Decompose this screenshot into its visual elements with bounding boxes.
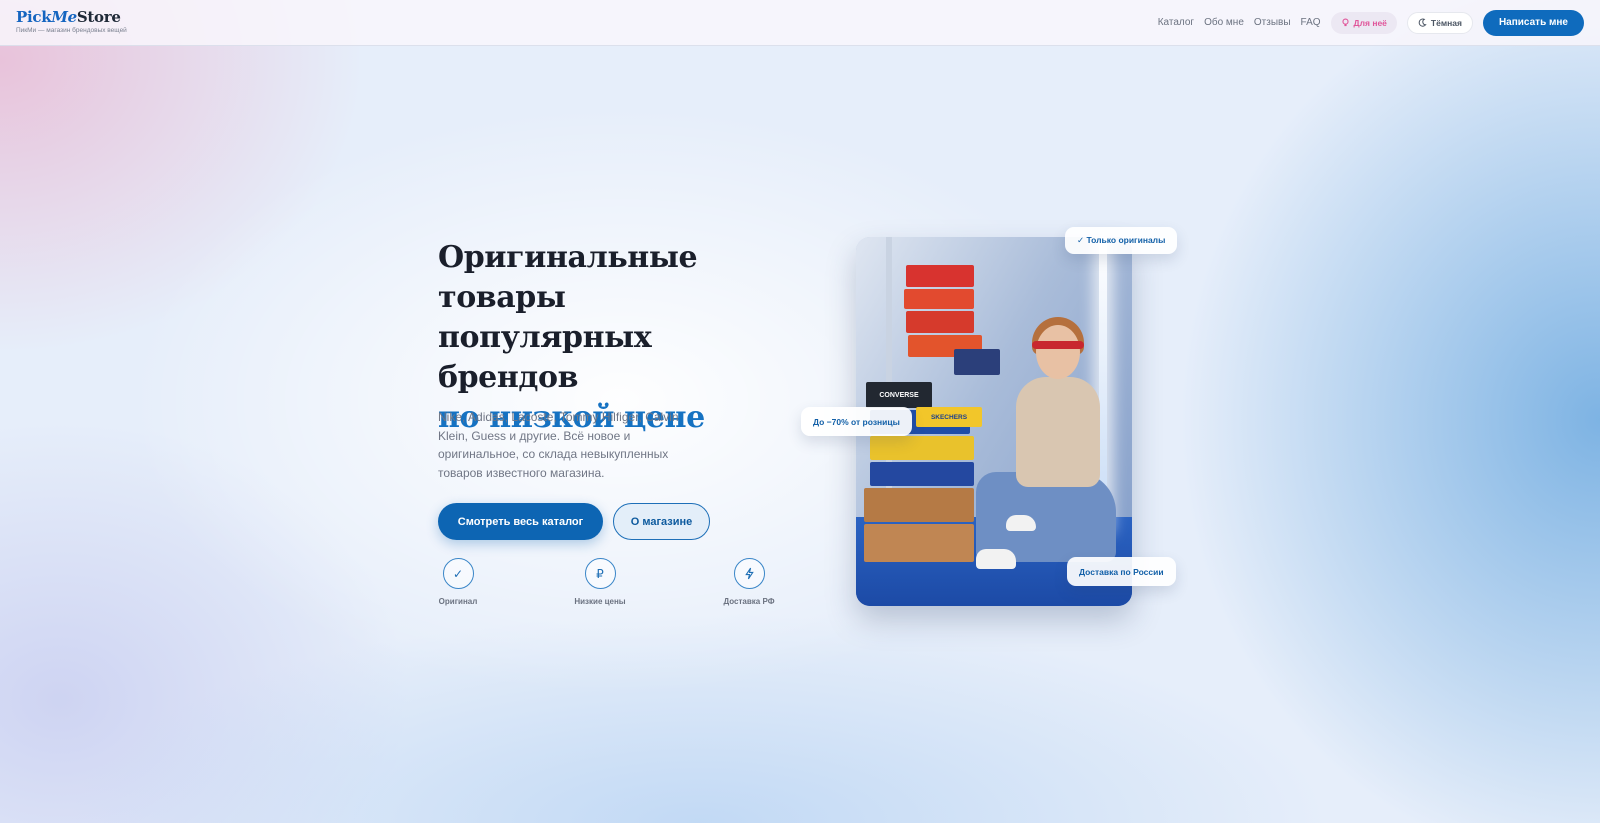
main-nav: Каталог Обо мне Отзывы FAQ Для неё Тёмна… (1158, 9, 1584, 36)
badge-originals-only: ✓ Только оригиналы (1065, 227, 1178, 254)
shoe-box-converse: CONVERSE (866, 382, 932, 408)
shoe-box (870, 436, 974, 460)
dark-theme-label: Тёмная (1430, 17, 1462, 28)
shoe-box (906, 265, 974, 287)
person-shoe (1006, 515, 1036, 531)
ruble-icon: ₽ (584, 558, 616, 589)
brand-tagline: ПикМи — магазин брендовых вещей (16, 27, 127, 35)
feature-low-prices: ₽ Низкие цены (560, 558, 640, 606)
hero-title-line-1: Оригинальные (438, 240, 698, 275)
shoe-box (864, 488, 974, 522)
box-label: CONVERSE (879, 391, 919, 399)
dark-theme-toggle[interactable]: Тёмная (1406, 11, 1473, 34)
hero-description: Nike, Adidas, Lacoste, Tommy Hilfiger, C… (438, 410, 679, 480)
shoe-box (870, 462, 974, 486)
nav-faq[interactable]: FAQ (1301, 17, 1321, 28)
feature-label: Оригинал (438, 597, 478, 606)
person-body (1016, 377, 1100, 487)
hero-title-line-3: брендов (438, 360, 579, 395)
brand-logo[interactable]: PickMeStore ПикМи — магазин брендовых ве… (16, 10, 127, 35)
moon-icon (1418, 18, 1427, 27)
box-label: SKECHERS (930, 413, 968, 421)
feature-original: ✓ Оригинал (418, 558, 498, 606)
lightning-icon (733, 558, 765, 589)
brand-name: PickMeStore (16, 8, 121, 27)
hero-title-line-2: товары популярных (438, 280, 652, 355)
person-bandana (1032, 341, 1084, 349)
feature-label: Низкие цены (574, 597, 626, 606)
shoe-box (954, 349, 1000, 375)
site-header: PickMeStore ПикМи — магазин брендовых ве… (0, 0, 1600, 46)
feature-label: Доставка РФ (723, 597, 775, 606)
shoe-box-skechers: SKECHERS (916, 407, 982, 427)
contact-me-button[interactable]: Написать мне (1482, 9, 1584, 36)
shoe-box (904, 289, 974, 309)
shoe-box (864, 524, 974, 562)
nav-about[interactable]: Обо мне (1204, 17, 1244, 28)
lightbulb-icon (1341, 18, 1349, 27)
view-catalog-button[interactable]: Смотреть весь каталог (438, 503, 603, 540)
nav-reviews[interactable]: Отзывы (1254, 17, 1291, 28)
badge-delivery-russia: Доставка по России (1067, 557, 1176, 586)
for-her-toggle[interactable]: Для неё (1330, 11, 1397, 34)
nav-catalog[interactable]: Каталог (1158, 17, 1194, 28)
about-store-button[interactable]: О магазине (613, 503, 710, 540)
for-her-label: Для неё (1353, 17, 1387, 28)
person-head (1036, 325, 1080, 379)
person-shoe (976, 549, 1016, 569)
check-icon: ✓ (442, 558, 474, 589)
feature-delivery: Доставка РФ (709, 558, 789, 606)
shoe-box (906, 311, 974, 333)
badge-discount: До −70% от розницы (801, 407, 912, 436)
